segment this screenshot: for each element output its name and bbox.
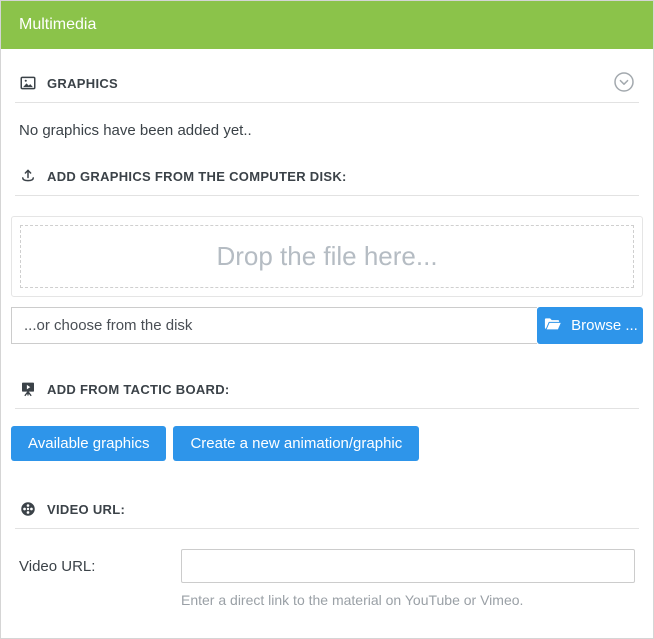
dropzone-text: Drop the file here...	[216, 241, 437, 272]
video-section-title: VIDEO URL:	[47, 502, 125, 517]
upload-section-header: ADD GRAPHICS FROM THE COMPUTER DISK:	[11, 164, 643, 188]
file-dropzone-inner: Drop the file here...	[20, 225, 634, 288]
choose-file-input[interactable]	[11, 307, 537, 344]
chevron-down-icon	[613, 71, 635, 96]
film-reel-icon	[19, 500, 37, 518]
image-icon	[19, 74, 37, 92]
panel-header: Multimedia	[1, 1, 653, 49]
choose-file-group: Browse ...	[11, 307, 643, 344]
browse-button[interactable]: Browse ...	[537, 307, 643, 344]
tactic-buttons-row: Available graphics Create a new animatio…	[11, 426, 643, 461]
divider	[15, 102, 639, 103]
tactic-section-title: ADD FROM TACTIC BOARD:	[47, 382, 230, 397]
graphics-empty-message: No graphics have been added yet..	[19, 122, 635, 139]
video-url-field-row: Video URL: Enter a direct link to the ma…	[11, 549, 643, 608]
divider	[15, 408, 639, 409]
tactic-board-icon	[19, 380, 37, 398]
create-animation-button[interactable]: Create a new animation/graphic	[173, 426, 419, 461]
collapse-graphics-button[interactable]	[613, 71, 635, 96]
graphics-section-header: GRAPHICS	[11, 71, 643, 95]
multimedia-panel: Multimedia GRAPHICS	[0, 0, 654, 639]
video-url-helper-text: Enter a direct link to the material on Y…	[181, 592, 635, 608]
folder-open-icon	[542, 314, 562, 338]
panel-title: Multimedia	[19, 16, 96, 34]
panel-body: GRAPHICS No graphics have been added yet…	[1, 71, 653, 628]
video-url-input[interactable]	[181, 549, 635, 583]
browse-button-label: Browse ...	[571, 317, 638, 334]
video-url-field-col: Enter a direct link to the material on Y…	[181, 549, 635, 608]
video-url-label: Video URL:	[19, 549, 181, 608]
available-graphics-button[interactable]: Available graphics	[11, 426, 166, 461]
upload-icon	[19, 167, 37, 185]
divider	[15, 195, 639, 196]
file-dropzone[interactable]: Drop the file here...	[11, 216, 643, 297]
graphics-section-title: GRAPHICS	[47, 76, 118, 91]
tactic-section-header: ADD FROM TACTIC BOARD:	[11, 377, 643, 401]
upload-section-title: ADD GRAPHICS FROM THE COMPUTER DISK:	[47, 169, 347, 184]
divider	[15, 528, 639, 529]
video-section-header: VIDEO URL:	[11, 497, 643, 521]
